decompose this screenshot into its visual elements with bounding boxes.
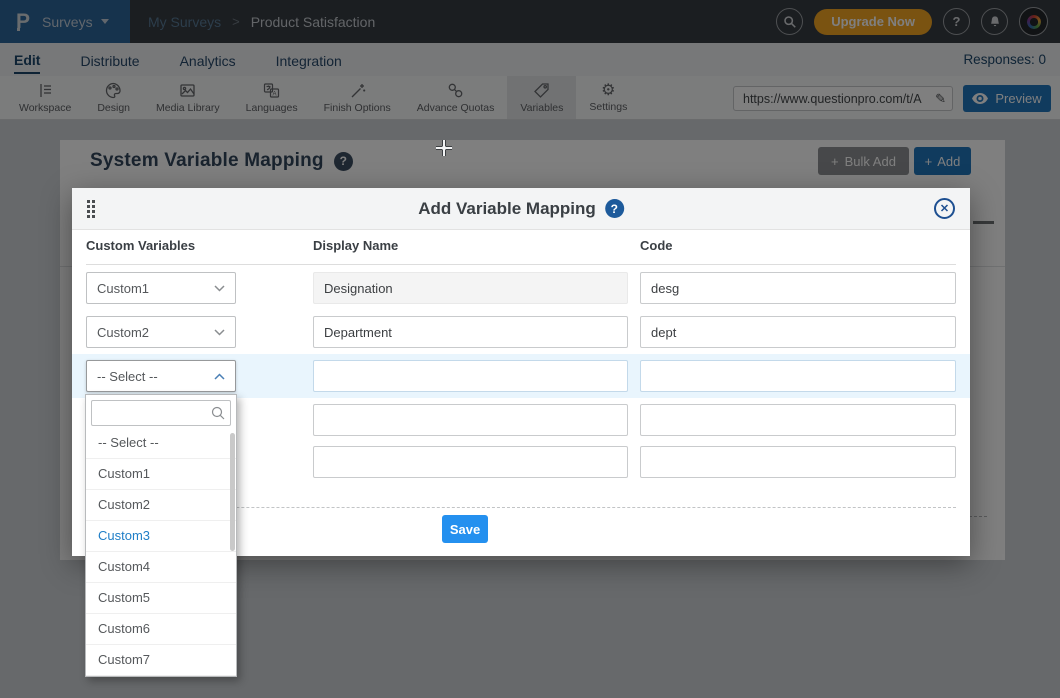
display-name-input-3[interactable] (313, 360, 628, 392)
display-name-input-5[interactable] (313, 446, 628, 478)
chevron-up-icon (214, 373, 225, 380)
dropdown-option-custom6[interactable]: Custom6 (86, 614, 236, 645)
mapping-row-1: Custom1 (86, 272, 956, 304)
add-variable-mapping-dialog: Add Variable Mapping ? ✕ Custom Variable… (72, 188, 970, 556)
code-input-2[interactable] (640, 316, 956, 348)
dropdown-option-custom3[interactable]: Custom3 (86, 521, 236, 552)
dropdown-options-list: -- Select -- Custom1 Custom2 Custom3 Cus… (86, 428, 236, 677)
display-name-input-4[interactable] (313, 404, 628, 436)
dropdown-scrollbar[interactable] (230, 433, 235, 551)
variable-select-1[interactable]: Custom1 (86, 272, 236, 304)
app-root: P Surveys My Surveys > Product Satisfact… (0, 0, 1060, 698)
dialog-help-icon[interactable]: ? (605, 199, 624, 218)
variable-select-2[interactable]: Custom2 (86, 316, 236, 348)
dialog-title: Add Variable Mapping ? (418, 199, 624, 219)
code-input-3[interactable] (640, 360, 956, 392)
dropdown-option-custom4[interactable]: Custom4 (86, 552, 236, 583)
mapping-row-3: -- Select -- (86, 360, 956, 392)
code-input-4[interactable] (640, 404, 956, 436)
dropdown-option-custom2[interactable]: Custom2 (86, 490, 236, 521)
dropdown-option-partial[interactable] (86, 676, 236, 677)
drag-handle-icon[interactable] (87, 200, 95, 218)
dropdown-option-custom7[interactable]: Custom7 (86, 645, 236, 676)
variable-select-3[interactable]: -- Select -- (86, 360, 236, 392)
mapping-row-2: Custom2 (86, 316, 956, 348)
column-headers: Custom Variables Display Name Code (86, 238, 956, 265)
dropdown-option-custom1[interactable]: Custom1 (86, 459, 236, 490)
code-input-5[interactable] (640, 446, 956, 478)
search-icon (210, 405, 226, 421)
chevron-down-icon (214, 329, 225, 336)
column-code: Code (640, 238, 956, 264)
variable-dropdown-panel: -- Select -- Custom1 Custom2 Custom3 Cus… (85, 394, 237, 677)
dialog-header: Add Variable Mapping ? ✕ (72, 188, 970, 230)
column-custom-variables: Custom Variables (86, 238, 313, 264)
display-name-input-1[interactable] (313, 272, 628, 304)
column-display-name: Display Name (313, 238, 640, 264)
display-name-input-2[interactable] (313, 316, 628, 348)
chevron-down-icon (214, 285, 225, 292)
close-icon[interactable]: ✕ (934, 198, 955, 219)
dropdown-option-custom5[interactable]: Custom5 (86, 583, 236, 614)
code-input-1[interactable] (640, 272, 956, 304)
dropdown-option-select[interactable]: -- Select -- (86, 428, 236, 459)
save-button[interactable]: Save (442, 515, 488, 543)
